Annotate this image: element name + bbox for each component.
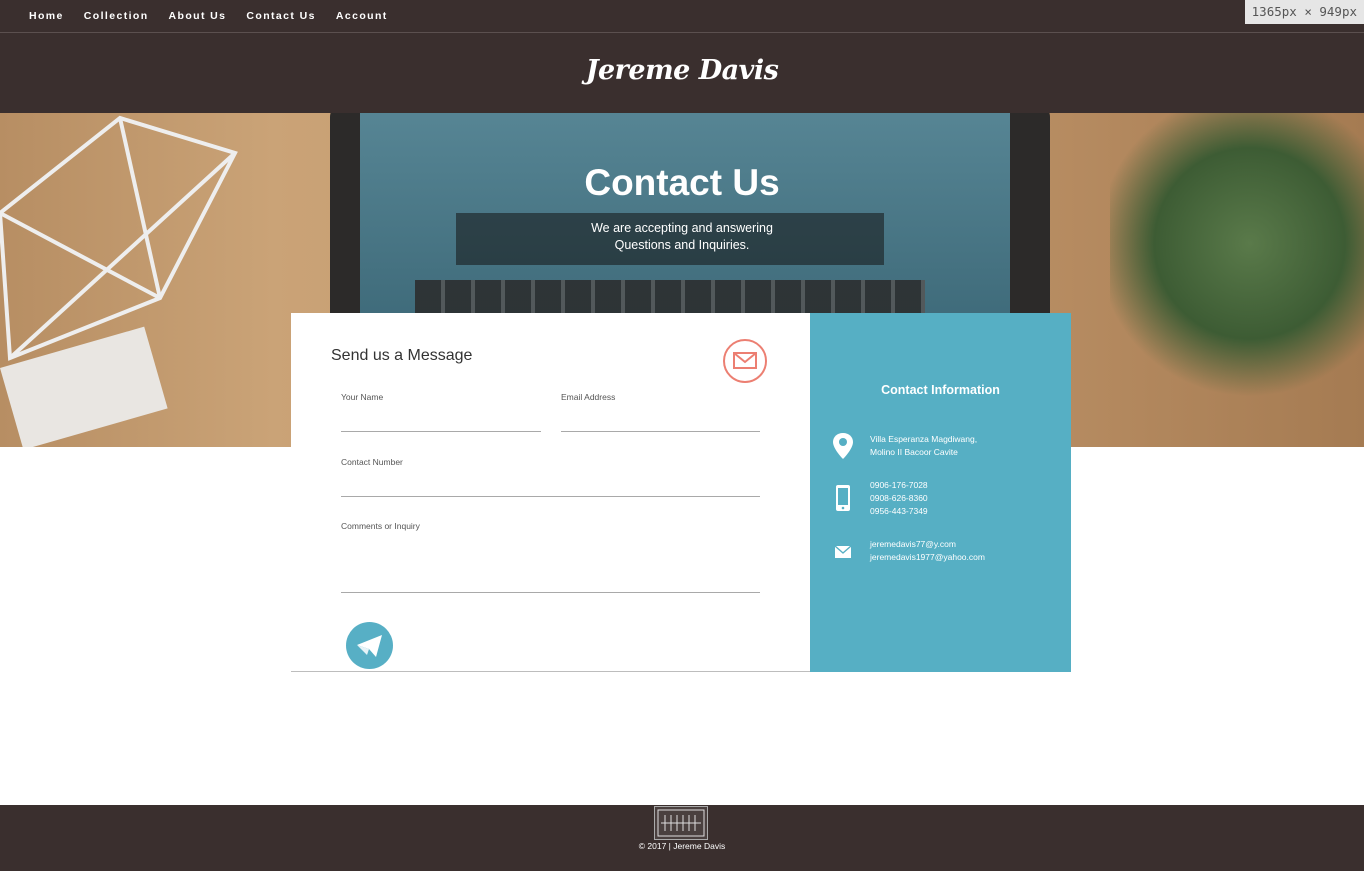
contact-number-label: Contact Number — [341, 457, 403, 467]
footer-logo — [654, 806, 708, 840]
address-text: Villa Esperanza Magdiwang, Molino II Bac… — [870, 433, 977, 459]
footer: © 2017 | Jereme Davis — [0, 805, 1364, 871]
nav-item-account[interactable]: Account — [336, 10, 388, 22]
nav-item-contact-us[interactable]: Contact Us — [246, 10, 315, 22]
name-label: Your Name — [341, 392, 384, 402]
form-heading: Send us a Message — [331, 347, 473, 364]
brand-logo[interactable]: Jereme Davis — [0, 55, 1364, 86]
phone-number[interactable]: 0906-176-7028 — [870, 480, 928, 490]
email-address[interactable]: jeremedavis77@y.com — [870, 539, 956, 549]
nav-item-collection[interactable]: Collection — [84, 10, 149, 22]
map-pin-icon — [833, 433, 853, 459]
nav-item-about-us[interactable]: About Us — [169, 10, 227, 22]
comments-field[interactable] — [341, 592, 760, 593]
phone-number[interactable]: 0956-443-7349 — [870, 506, 928, 516]
email-label: Email Address — [561, 392, 616, 402]
nav-list: Home Collection About Us Contact Us Acco… — [0, 0, 1364, 32]
top-nav: Home Collection About Us Contact Us Acco… — [0, 0, 1364, 33]
message-form: Send us a Message Your Name Email Addres… — [291, 313, 811, 672]
hero-subtitle: We are accepting and answering Questions… — [0, 220, 1364, 254]
phone-number[interactable]: 0908-626-8360 — [870, 493, 928, 503]
viewport-size-badge: 1365px × 949px — [1244, 0, 1364, 24]
paper-plane-icon — [357, 635, 382, 657]
page-title: Contact Us — [584, 162, 780, 203]
brand-header: Jereme Davis — [0, 33, 1364, 113]
envelope-icon — [834, 545, 852, 558]
mobile-phone-icon — [836, 485, 850, 511]
hero-subtitle-line2: Questions and Inquiries. — [614, 238, 750, 252]
contact-number-field[interactable] — [341, 496, 760, 497]
email-address[interactable]: jeremedavis1977@yahoo.com — [870, 552, 985, 562]
phone-list: 0906-176-7028 0908-626-8360 0956-443-734… — [870, 479, 928, 518]
address-line1: Villa Esperanza Magdiwang, — [870, 434, 978, 444]
name-field[interactable] — [341, 431, 541, 432]
footer-logo-graphic — [657, 809, 705, 837]
plant-decoration — [1110, 113, 1364, 403]
comments-label: Comments or Inquiry — [341, 521, 420, 531]
contact-info-panel: Contact Information Villa Esperanza Magd… — [810, 313, 1071, 672]
copyright-text: © 2017 | Jereme Davis — [638, 841, 726, 851]
contact-info-heading: Contact Information — [881, 383, 1000, 397]
envelope-icon — [723, 339, 767, 383]
envelope-icon-graphic — [733, 352, 757, 369]
address-line2: Molino II Bacoor Cavite — [870, 447, 958, 457]
email-list: jeremedavis77@y.com jeremedavis1977@yaho… — [870, 538, 985, 564]
nav-item-home[interactable]: Home — [29, 10, 64, 22]
send-button[interactable] — [346, 622, 393, 669]
hero-subtitle-line1: We are accepting and answering — [591, 221, 773, 235]
keyboard-decoration — [415, 280, 925, 313]
email-field[interactable] — [561, 431, 760, 432]
